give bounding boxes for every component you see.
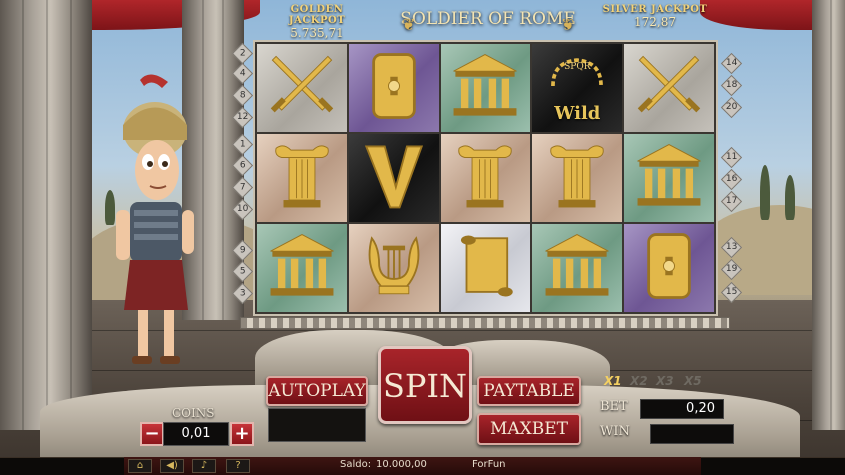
reel-cell-crossed-swords [624, 44, 714, 132]
payline-number: 3 [239, 287, 246, 298]
maxbet-button[interactable]: MAXBET [477, 413, 581, 445]
payline-number: 18 [725, 79, 738, 90]
payline-number: 17 [725, 195, 738, 206]
payline-number: 6 [239, 159, 246, 170]
cypress-tree [760, 165, 770, 220]
temple-icon [632, 139, 706, 217]
crossed-swords-icon [265, 49, 339, 127]
payline-marker[interactable]: 16 [720, 168, 743, 191]
reel-cell-lyre [348, 224, 439, 312]
left-column [0, 0, 92, 430]
multiplier-x3[interactable]: X3 [656, 374, 674, 388]
sound-icon[interactable]: ◀) [160, 459, 184, 473]
laurel-right-icon: ❦ [560, 15, 574, 34]
reel-cell-spqr-wild: SPQR Wild [532, 44, 623, 132]
reel-cell-ionic-column [532, 134, 623, 222]
saldo-label: Saldo: [340, 459, 372, 470]
game-scene: GOLDEN JACKPOT 5.735,71 ❦ SOLDIER OF ROM… [0, 0, 845, 475]
coins-increase-button[interactable]: + [230, 422, 254, 446]
music-icon[interactable]: ♪ [192, 459, 216, 473]
payline-number: 7 [239, 181, 246, 192]
payline-number: 5 [239, 265, 246, 276]
coins-label: COINS [172, 406, 215, 420]
payline-number: 20 [725, 101, 738, 112]
reel-cell-shield [348, 44, 439, 132]
reel-cell-shield [624, 224, 714, 312]
wild-text: Wild [554, 103, 601, 124]
silver-jackpot-value: 172,87 [634, 15, 676, 29]
reel-cell-crossed-swords [257, 44, 347, 132]
reel-cell-temple [532, 224, 623, 312]
paytable-button[interactable]: PAYTABLE [477, 376, 581, 406]
reel-cell-temple [257, 224, 347, 312]
payline-marker[interactable]: 20 [720, 96, 743, 119]
golden-jackpot-label: GOLDEN JACKPOT [288, 4, 346, 26]
coins-value: 0,01 [163, 422, 229, 446]
payline-number: 19 [725, 263, 738, 274]
temple-icon[interactable]: ⌂ [128, 459, 152, 473]
spqr-text: SPQR [564, 62, 591, 72]
payline-number: 15 [725, 286, 738, 297]
win-label: WIN [600, 424, 630, 439]
golden-jackpot: GOLDEN JACKPOT 5.735,71 [262, 4, 372, 40]
payline-marker[interactable]: 11 [720, 146, 743, 169]
win-value [650, 424, 734, 444]
bet-value: 0,20 [640, 399, 724, 419]
reel-cell-temple [624, 134, 714, 222]
game-title: ❦ SOLDIER OF ROME ❦ [400, 3, 576, 35]
temple-icon [265, 229, 339, 307]
reels-grid: SPQR Wild [253, 40, 718, 316]
payline-number: 2 [239, 47, 246, 58]
reel-cell-ionic-column [257, 134, 347, 222]
game-title-text: SOLDIER OF ROME [400, 9, 576, 29]
ionic-column-icon [448, 139, 522, 217]
payline-number: 13 [725, 241, 738, 252]
multiplier-x2[interactable]: X2 [630, 374, 648, 388]
right-column [812, 0, 845, 430]
payline-number: 10 [236, 203, 249, 214]
help-icon[interactable]: ? [226, 459, 250, 473]
reel-cell-scroll [440, 224, 531, 312]
bet-label: BET [600, 399, 628, 414]
payline-number: 1 [239, 138, 246, 149]
roman-soldier-character [116, 74, 194, 364]
temple-icon [448, 49, 522, 127]
temple-icon [540, 229, 614, 307]
payline-number: 14 [725, 57, 738, 68]
autoplay-panel [268, 408, 366, 442]
silver-jackpot: SILVER JACKPOT 172,87 [600, 4, 710, 29]
payline-number: 4 [239, 67, 246, 78]
payline-marker[interactable]: 17 [720, 190, 743, 213]
reel-cell-temple [440, 44, 531, 132]
silver-jackpot-label: SILVER JACKPOT [602, 4, 708, 15]
crossed-swords-icon [632, 49, 706, 127]
payline-number: 9 [239, 244, 246, 255]
shield-icon [357, 49, 431, 127]
reel-cell-letter-v [348, 134, 439, 222]
greek-key-border [240, 317, 730, 329]
scroll-icon [448, 229, 522, 307]
payline-marker[interactable]: 14 [720, 52, 743, 75]
reel-cell-ionic-column [440, 134, 531, 222]
payline-marker[interactable]: 18 [720, 74, 743, 97]
shield-icon [632, 229, 706, 307]
spin-button[interactable]: SPIN [378, 346, 472, 424]
saldo-value: 10.000,00 [376, 459, 427, 470]
golden-jackpot-value: 5.735,71 [290, 26, 344, 40]
game-mode: ForFun [472, 459, 506, 470]
coins-decrease-button[interactable]: − [140, 422, 164, 446]
laurel-left-icon: ❦ [402, 15, 416, 34]
letter-v-icon [357, 139, 431, 217]
ionic-column-icon [265, 139, 339, 217]
ionic-column-icon [540, 139, 614, 217]
payline-number: 16 [725, 173, 738, 184]
payline-number: 11 [725, 151, 738, 162]
lyre-icon [357, 229, 431, 307]
cypress-tree [785, 175, 795, 220]
payline-number: 8 [239, 89, 246, 100]
multiplier-x1[interactable]: X1 [604, 374, 622, 388]
payline-number: 12 [236, 111, 249, 122]
multiplier-x5[interactable]: X5 [684, 374, 702, 388]
autoplay-button[interactable]: AUTOPLAY [266, 376, 368, 406]
